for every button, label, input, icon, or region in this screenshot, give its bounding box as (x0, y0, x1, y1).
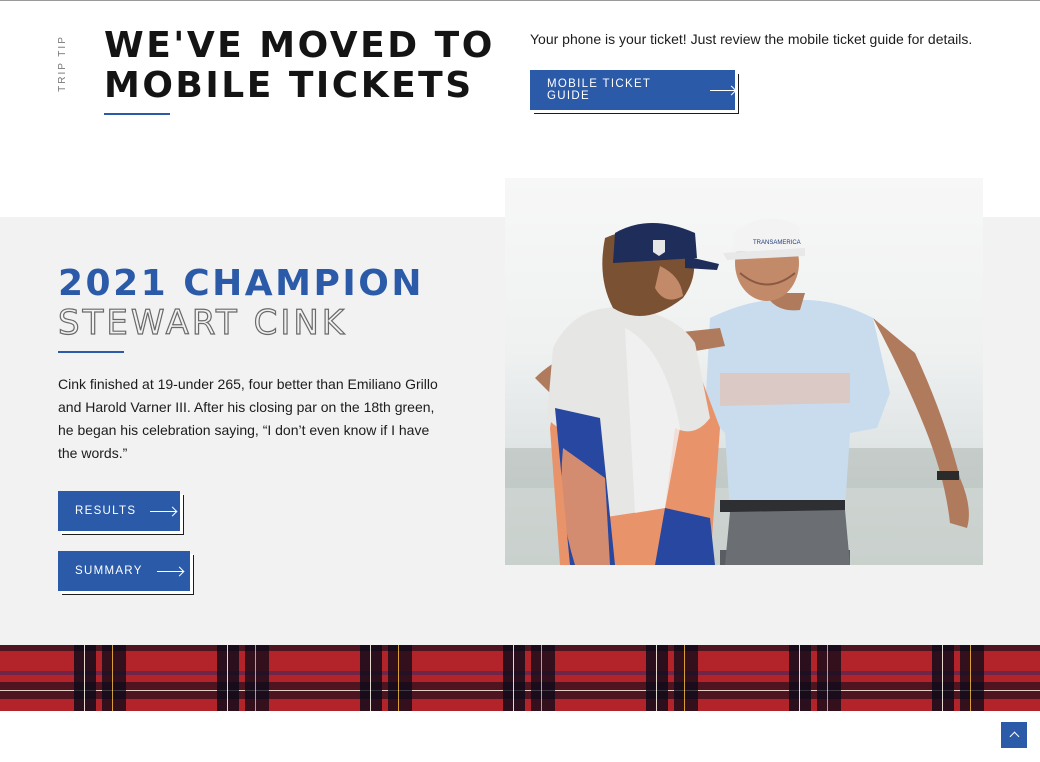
arrow-right-icon (156, 570, 183, 572)
champion-underline (58, 351, 124, 353)
summary-label: SUMMARY (75, 565, 143, 577)
trip-tip-label: Trip Tip (52, 35, 72, 92)
arrow-right-icon (150, 510, 177, 512)
mobile-ticket-guide-label: MOBILE TICKET GUIDE (547, 78, 652, 102)
champion-description: Cink finished at 19-under 265, four bett… (58, 376, 438, 461)
back-to-top-button[interactable] (1001, 722, 1027, 748)
top-border (0, 0, 1040, 1)
caddie-figure (547, 223, 720, 565)
champion-name: STEWART CINK (57, 302, 348, 343)
trip-tip-label-text: Trip Tip (56, 34, 68, 92)
mobile-ticket-guide-button[interactable]: MOBILE TICKET GUIDE (530, 70, 735, 110)
champion-year-heading: 2021 CHAMPION (58, 263, 424, 304)
footer-area (0, 711, 1040, 762)
mobile-ticket-text: Your phone is your ticket! Just review t… (530, 31, 973, 47)
mobile-tickets-heading: WE'VE MOVED TO MOBILE TICKETS (104, 25, 495, 106)
heading-underline (104, 113, 170, 115)
tartan-band (0, 645, 1040, 711)
champion-photo: TRANSAMERICA (505, 178, 983, 565)
arrow-right-icon (709, 89, 735, 91)
summary-button[interactable]: SUMMARY (58, 551, 190, 591)
cap-logo-text: TRANSAMERICA (753, 240, 801, 246)
chevron-up-icon (1009, 731, 1019, 742)
results-button[interactable]: RESULTS (58, 491, 180, 531)
results-label: RESULTS (75, 505, 137, 517)
champion-photo-illustration: TRANSAMERICA (505, 218, 983, 565)
